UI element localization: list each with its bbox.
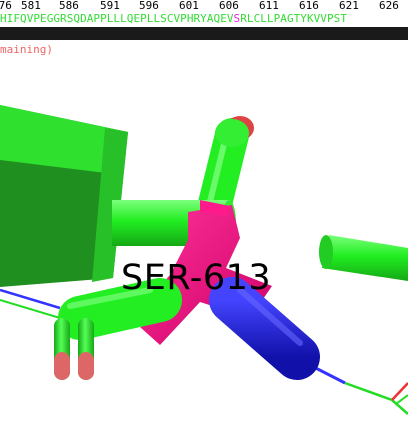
bond-line [344, 381, 408, 415]
bond-line [0, 288, 61, 310]
residue-label: SER-613 [121, 258, 272, 298]
oxygen-stick [54, 352, 70, 380]
bond-line [395, 394, 408, 405]
status-text: maining) [0, 43, 53, 56]
oxygen-stick [78, 352, 94, 380]
bond-line [0, 299, 61, 319]
molecule-viewer[interactable] [0, 0, 408, 446]
bond-cap [319, 235, 333, 269]
bond-stick [322, 235, 408, 281]
bond-cap [215, 119, 249, 147]
